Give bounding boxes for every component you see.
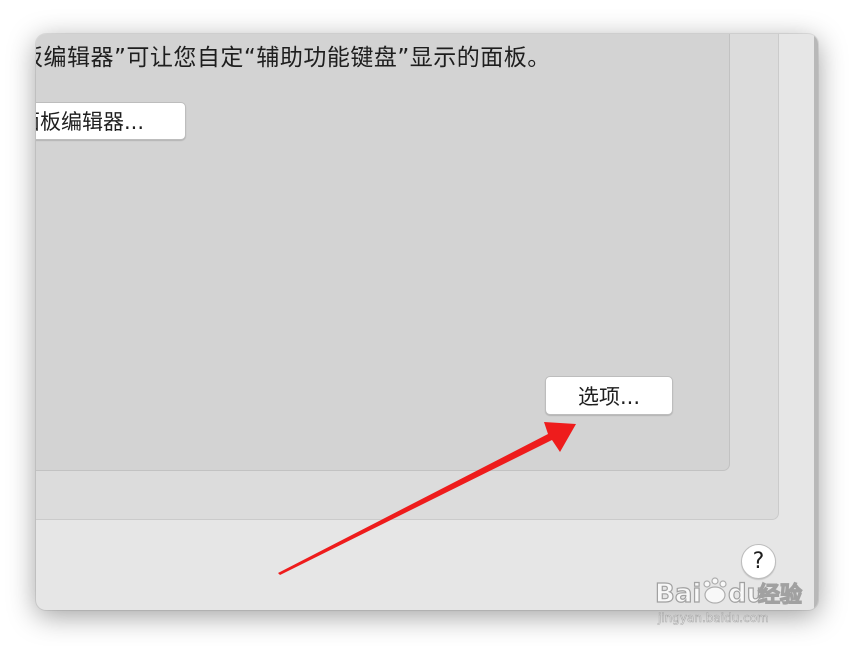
question-mark-icon: ? bbox=[752, 549, 765, 574]
panel-editor-section: 板编辑器”可让您自定“辅助功能键盘”显示的面板。 面板编辑器... 选项... bbox=[36, 34, 730, 471]
window-edge bbox=[814, 34, 818, 610]
options-button[interactable]: 选项... bbox=[545, 376, 673, 415]
panel-editor-description: 板编辑器”可让您自定“辅助功能键盘”显示的面板。 bbox=[36, 45, 551, 71]
help-button[interactable]: ? bbox=[741, 544, 776, 579]
accessibility-keyboard-window: 板编辑器”可让您自定“辅助功能键盘”显示的面板。 面板编辑器... 选项... … bbox=[36, 34, 818, 610]
settings-panel: 板编辑器”可让您自定“辅助功能键盘”显示的面板。 面板编辑器... 选项... bbox=[36, 34, 779, 520]
svg-text:jingyan.baidu.com: jingyan.baidu.com bbox=[657, 611, 769, 625]
panel-editor-button[interactable]: 面板编辑器... bbox=[36, 102, 186, 140]
